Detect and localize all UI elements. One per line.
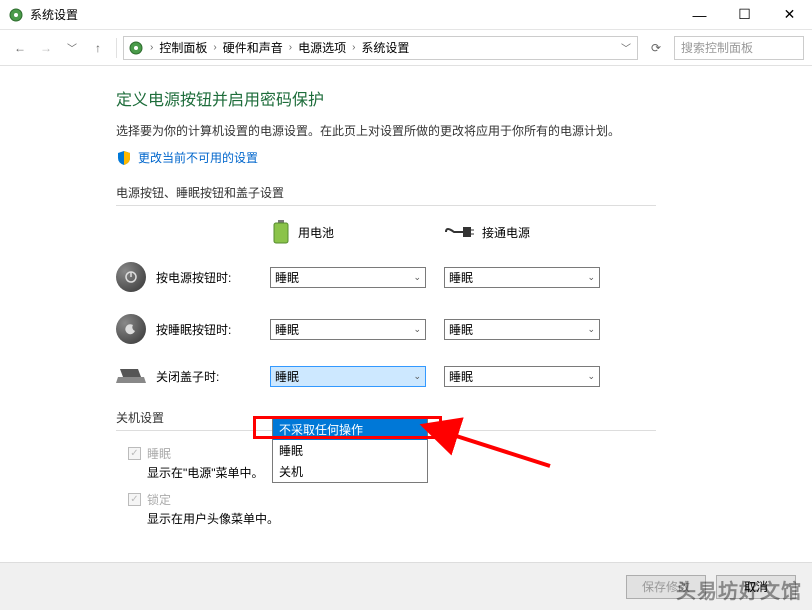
window-title: 系统设置 [30, 6, 677, 23]
close-button[interactable]: ✕ [767, 0, 812, 30]
power-button-icon [116, 262, 146, 292]
chevron-right-icon: › [350, 42, 357, 53]
refresh-button[interactable]: ⟳ [644, 36, 668, 60]
chevron-down-icon: ⌄ [587, 371, 595, 382]
power-button-battery-select[interactable]: 睡眠⌄ [270, 267, 426, 288]
chevron-down-icon: ⌄ [413, 324, 421, 335]
breadcrumb-item[interactable]: 控制面板 [155, 39, 211, 56]
separator [116, 38, 117, 58]
chevron-down-icon: ⌄ [587, 272, 595, 283]
lid-close-plugged-select[interactable]: 睡眠⌄ [444, 366, 600, 387]
history-dropdown-button[interactable]: ﹀ [60, 36, 84, 60]
chevron-down-icon: ⌄ [413, 371, 421, 382]
page-description: 选择要为你的计算机设置的电源设置。在此页上对设置所做的更改将应用于你所有的电源计… [116, 122, 812, 139]
sleep-button-battery-select[interactable]: 睡眠⌄ [270, 319, 426, 340]
app-icon [8, 7, 24, 23]
shield-icon [116, 150, 132, 166]
cancel-button[interactable]: 取消 [716, 575, 796, 599]
chevron-right-icon: › [148, 42, 155, 53]
lock-checkbox: ✓ [128, 493, 141, 506]
up-button[interactable]: ↑ [86, 36, 110, 60]
sleep-checkbox: ✓ [128, 447, 141, 460]
lid-close-battery-select[interactable]: 睡眠⌄ [270, 366, 426, 387]
breadcrumb-item[interactable]: 电源选项 [294, 39, 350, 56]
battery-header-label: 用电池 [298, 224, 334, 241]
plug-icon [444, 223, 474, 241]
breadcrumb-item[interactable]: 硬件和声音 [219, 39, 287, 56]
sleep-button-plugged-select[interactable]: 睡眠⌄ [444, 319, 600, 340]
save-button[interactable]: 保存修改 [626, 575, 706, 599]
lock-checkbox-label: 锁定 [147, 491, 171, 508]
laptop-lid-icon [116, 367, 146, 387]
search-input[interactable]: 搜索控制面板 [674, 36, 804, 60]
page-title: 定义电源按钮并启用密码保护 [116, 86, 812, 110]
breadcrumb[interactable]: › 控制面板 › 硬件和声音 › 电源选项 › 系统设置 ﹀ [123, 36, 638, 60]
breadcrumb-item[interactable]: 系统设置 [357, 39, 413, 56]
dropdown-option-do-nothing[interactable]: 不采取任何操作 [273, 419, 427, 440]
chevron-down-icon[interactable]: ﹀ [619, 40, 633, 55]
plugged-header-label: 接通电源 [482, 224, 530, 241]
minimize-button[interactable]: — [677, 0, 722, 30]
lid-close-label: 关闭盖子时: [156, 368, 270, 385]
chevron-right-icon: › [211, 42, 218, 53]
control-panel-icon [128, 40, 144, 56]
forward-button: → [34, 36, 58, 60]
maximize-button[interactable]: ☐ [722, 0, 767, 30]
power-button-plugged-select[interactable]: 睡眠⌄ [444, 267, 600, 288]
dropdown-option-sleep[interactable]: 睡眠 [273, 440, 427, 461]
chevron-right-icon: › [287, 42, 294, 53]
battery-icon [272, 220, 290, 244]
change-unavailable-settings-link[interactable]: 更改当前不可用的设置 [138, 149, 258, 166]
back-button[interactable]: ← [8, 36, 32, 60]
chevron-down-icon: ⌄ [413, 272, 421, 283]
section-buttons-lid: 电源按钮、睡眠按钮和盖子设置 [116, 184, 812, 206]
sleep-checkbox-label: 睡眠 [147, 445, 171, 462]
sleep-button-icon [116, 314, 146, 344]
power-button-label: 按电源按钮时: [156, 269, 270, 286]
lock-checkbox-desc: 显示在用户头像菜单中。 [147, 510, 812, 527]
sleep-button-label: 按睡眠按钮时: [156, 321, 270, 338]
chevron-down-icon: ⌄ [587, 324, 595, 335]
lid-close-dropdown[interactable]: 不采取任何操作 睡眠 关机 [272, 418, 428, 483]
dropdown-option-shutdown[interactable]: 关机 [273, 461, 427, 482]
section-shutdown: 关机设置 [116, 409, 812, 431]
sleep-checkbox-desc: 显示在"电源"菜单中。 [147, 464, 812, 481]
